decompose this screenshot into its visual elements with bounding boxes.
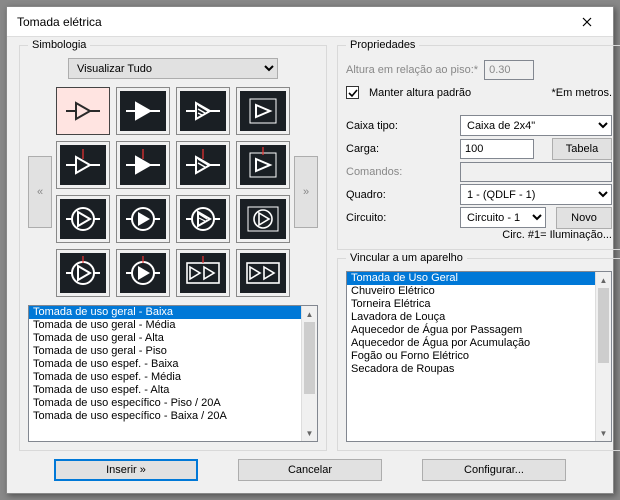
symbol-cell[interactable] <box>56 195 110 243</box>
altura-label: Altura em relação ao piso:* <box>346 64 478 76</box>
list-item[interactable]: Secadora de Roupas <box>347 363 595 376</box>
list-item[interactable]: Tomada de uso geral - Baixa <box>29 306 301 319</box>
list-item[interactable]: Tomada de uso geral - Alta <box>29 332 301 345</box>
scroll-down-icon[interactable]: ▼ <box>302 425 317 441</box>
appliance-list[interactable]: Tomada de Uso Geral Chuveiro Elétrico To… <box>346 271 612 442</box>
scroll-thumb[interactable] <box>598 288 609 363</box>
metros-note: *Em metros. <box>551 87 612 99</box>
list-item[interactable]: Lavadora de Louça <box>347 311 595 324</box>
comandos-input <box>460 162 612 182</box>
list-item[interactable]: Tomada de uso espef. - Média <box>29 371 301 384</box>
caixa-label: Caixa tipo: <box>346 120 454 132</box>
list-item[interactable]: Aquecedor de Água por Acumulação <box>347 337 595 350</box>
scroll-thumb[interactable] <box>304 322 315 394</box>
scrollbar[interactable]: ▲ ▼ <box>595 272 611 441</box>
simbologia-group: Simbologia Visualizar Tudo « <box>19 45 327 451</box>
prev-page-button[interactable]: « <box>28 156 52 228</box>
circuito-label: Circuito: <box>346 212 454 224</box>
simbologia-label: Simbologia <box>28 39 90 51</box>
carga-label: Carga: <box>346 143 454 155</box>
list-item[interactable]: Chuveiro Elétrico <box>347 285 595 298</box>
vincular-group: Vincular a um aparelho Tomada de Uso Ger… <box>337 258 620 451</box>
symbol-cell[interactable] <box>236 195 290 243</box>
close-button[interactable] <box>565 8 609 36</box>
list-item[interactable]: Aquecedor de Água por Passagem <box>347 324 595 337</box>
symbol-cell[interactable] <box>116 141 170 189</box>
scrollbar[interactable]: ▲ ▼ <box>301 306 317 441</box>
list-item[interactable]: Fogão ou Forno Elétrico <box>347 350 595 363</box>
titlebar: Tomada elétrica <box>7 7 613 37</box>
list-item[interactable]: Torneira Elétrica <box>347 298 595 311</box>
symbol-cell[interactable] <box>236 141 290 189</box>
next-page-button[interactable]: » <box>294 156 318 228</box>
symbol-cell[interactable] <box>236 249 290 297</box>
dialog-window: Tomada elétrica Simbologia Visualizar Tu… <box>6 6 614 494</box>
symbol-cell[interactable] <box>176 87 230 135</box>
comandos-label: Comandos: <box>346 166 454 178</box>
symbol-cell[interactable] <box>56 87 110 135</box>
circuito-note: Circ. #1= Iluminação... <box>346 229 612 241</box>
symbol-cell[interactable] <box>116 249 170 297</box>
circuito-combo[interactable]: Circuito - 1 <box>460 207 546 228</box>
symbol-cell[interactable] <box>56 141 110 189</box>
quadro-combo[interactable]: 1 - (QDLF - 1) <box>460 184 612 205</box>
list-item[interactable]: Tomada de uso geral - Piso <box>29 345 301 358</box>
quadro-label: Quadro: <box>346 189 454 201</box>
scroll-up-icon[interactable]: ▲ <box>596 272 611 288</box>
window-title: Tomada elétrica <box>17 15 565 29</box>
symbol-cell[interactable] <box>116 195 170 243</box>
symbol-cell[interactable] <box>236 87 290 135</box>
cancel-button[interactable]: Cancelar <box>238 459 382 481</box>
list-item[interactable]: Tomada de Uso Geral <box>347 272 595 285</box>
symbol-grid <box>56 87 290 297</box>
symbol-list[interactable]: Tomada de uso geral - Baixa Tomada de us… <box>28 305 318 442</box>
caixa-combo[interactable]: Caixa de 2x4" <box>460 115 612 136</box>
manter-altura-label: Manter altura padrão <box>369 87 471 99</box>
carga-input[interactable] <box>460 139 534 159</box>
insert-button[interactable]: Inserir » <box>54 459 198 481</box>
list-item[interactable]: Tomada de uso específico - Piso / 20A <box>29 397 301 410</box>
symbol-cell[interactable] <box>176 195 230 243</box>
scroll-down-icon[interactable]: ▼ <box>596 425 611 441</box>
config-button[interactable]: Configurar... <box>422 459 566 481</box>
view-combo[interactable]: Visualizar Tudo <box>68 58 278 79</box>
list-item[interactable]: Tomada de uso espef. - Baixa <box>29 358 301 371</box>
propriedades-group: Propriedades Altura em relação ao piso:*… <box>337 45 620 250</box>
list-item[interactable]: Tomada de uso geral - Média <box>29 319 301 332</box>
manter-altura-checkbox[interactable] <box>346 86 359 99</box>
symbol-cell[interactable] <box>176 249 230 297</box>
close-icon <box>582 17 592 27</box>
altura-input <box>484 60 534 80</box>
symbol-cell[interactable] <box>116 87 170 135</box>
symbol-cell[interactable] <box>176 141 230 189</box>
propriedades-label: Propriedades <box>346 39 419 51</box>
scroll-up-icon[interactable]: ▲ <box>302 306 317 322</box>
symbol-cell[interactable] <box>56 249 110 297</box>
tabela-button[interactable]: Tabela <box>552 138 612 160</box>
check-icon <box>348 88 358 98</box>
novo-button[interactable]: Novo <box>556 207 612 229</box>
list-item[interactable]: Tomada de uso espef. - Alta <box>29 384 301 397</box>
list-item[interactable]: Tomada de uso específico - Baixa / 20A <box>29 410 301 423</box>
vincular-label: Vincular a um aparelho <box>346 252 467 264</box>
